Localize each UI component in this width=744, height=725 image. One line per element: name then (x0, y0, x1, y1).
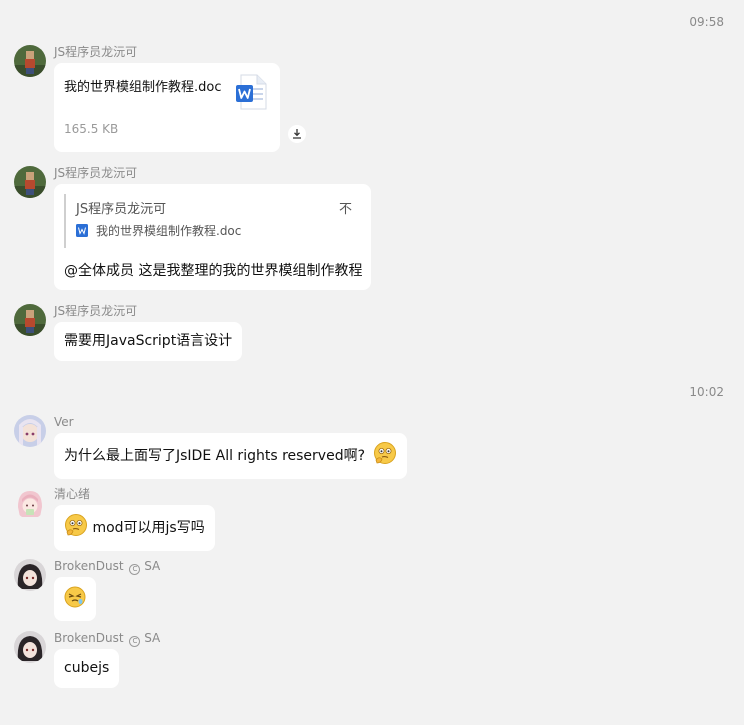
quoted-message[interactable]: JS程序员龙沅可 不 我的世界模组制作教程.doc (64, 194, 360, 248)
message-bubble[interactable]: mod可以用js写吗 (54, 505, 215, 551)
sender-badge: SA (144, 559, 161, 573)
word-doc-icon (76, 224, 88, 237)
quote-pin-icon[interactable]: 不 (339, 198, 352, 217)
file-size: 165.5 KB (64, 122, 119, 136)
download-icon (293, 129, 301, 139)
avatar[interactable] (14, 631, 46, 663)
thinking-face-emoji (373, 441, 397, 471)
sender-name: JS程序员龙沅可 (54, 304, 138, 318)
message-bubble[interactable]: 需要用JavaScript语言设计 (54, 322, 243, 361)
avatar[interactable] (14, 487, 46, 519)
message-bubble[interactable] (54, 577, 96, 621)
message-text: mod可以用js写吗 (92, 519, 205, 536)
message-text: @全体成员 这是我整理的我的世界模组制作教程 (64, 263, 363, 279)
sender-name: BrokenDust C SA (54, 559, 161, 575)
sender-name: Ver (54, 415, 74, 429)
copyright-icon: C (129, 636, 141, 647)
avatar[interactable] (14, 415, 46, 447)
message-bubble[interactable]: 为什么最上面写了JsIDE All rights reserved啊? (54, 433, 408, 479)
avatar[interactable] (14, 45, 46, 77)
message-bubble[interactable]: cubejs (54, 649, 120, 688)
quote-file: 我的世界模组制作教程.doc (76, 222, 241, 239)
tired-face-emoji (64, 586, 86, 612)
sender-badge: SA (144, 631, 161, 645)
file-name: 我的世界模组制作教程.doc (64, 80, 222, 95)
sender-name: BrokenDust C SA (54, 631, 161, 647)
thinking-face-emoji (64, 513, 88, 543)
timestamp: 10:02 (689, 385, 724, 399)
message-text: 为什么最上面写了JsIDE All rights reserved啊? (64, 447, 366, 464)
file-card[interactable]: 我的世界模组制作教程.doc 165.5 KB (54, 63, 280, 152)
avatar[interactable] (14, 559, 46, 591)
quote-file-name: 我的世界模组制作教程.doc (96, 224, 242, 238)
sender-name: JS程序员龙沅可 (54, 45, 138, 59)
avatar[interactable] (14, 166, 46, 198)
quote-sender: JS程序员龙沅可 (76, 202, 167, 217)
timestamp: 09:58 (689, 15, 724, 29)
message-text: cubejs (64, 660, 110, 676)
copyright-icon: C (129, 564, 141, 575)
download-button[interactable] (288, 125, 306, 143)
sender-name: 清心绪 (54, 487, 91, 501)
sender-name: JS程序员龙沅可 (54, 166, 138, 180)
reply-bubble[interactable]: JS程序员龙沅可 不 我的世界模组制作教程.doc @全体成员 这是我整理的我的… (54, 184, 371, 290)
word-doc-icon (235, 74, 267, 114)
message-text: 需要用JavaScript语言设计 (64, 333, 233, 349)
avatar[interactable] (14, 304, 46, 336)
